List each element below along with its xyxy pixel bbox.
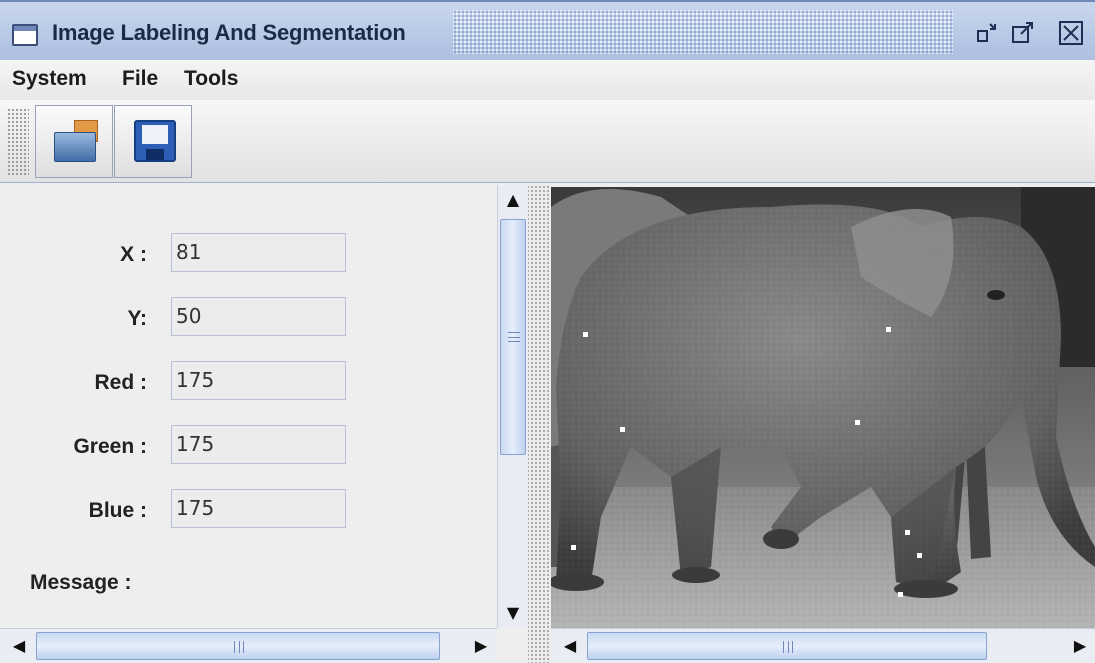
image-horizontal-scrollbar[interactable]: ◀ ▶: [551, 628, 1095, 663]
title-bar-pattern: [453, 10, 953, 54]
scroll-grip-icon: [234, 641, 244, 653]
scroll-right-icon[interactable]: ▶: [466, 629, 496, 663]
blue-field[interactable]: 175: [171, 489, 346, 528]
maximize-icon[interactable]: [1010, 20, 1036, 46]
elephant-image: [551, 187, 1095, 628]
green-label: Green :: [73, 435, 147, 458]
menu-system[interactable]: System: [12, 67, 87, 91]
window-title: Image Labeling And Segmentation: [52, 20, 406, 45]
window-app-icon: [12, 24, 38, 46]
floppy-disk-icon: [134, 120, 176, 162]
toolbar: [0, 100, 1095, 183]
split-pane-divider[interactable]: [528, 185, 551, 663]
x-field[interactable]: 81: [171, 233, 346, 272]
x-label: X :: [120, 243, 147, 266]
red-field[interactable]: 175: [171, 361, 346, 400]
iconify-icon[interactable]: [975, 20, 1001, 46]
scroll-down-icon[interactable]: ▼: [498, 598, 528, 628]
scroll-left-icon[interactable]: ◀: [4, 629, 34, 663]
vertical-scroll-thumb[interactable]: [500, 219, 526, 455]
y-label: Y:: [127, 307, 147, 330]
open-button[interactable]: [35, 105, 113, 178]
blue-label: Blue :: [88, 499, 147, 522]
toolbar-grip[interactable]: [7, 108, 29, 176]
image-canvas[interactable]: [551, 187, 1095, 628]
menu-bar: System File Tools: [0, 60, 1095, 100]
image-horizontal-scroll-thumb[interactable]: [587, 632, 987, 660]
scroll-left-icon[interactable]: ◀: [555, 629, 585, 663]
message-label: Message :: [30, 571, 132, 594]
left-horizontal-scroll-thumb[interactable]: [36, 632, 440, 660]
left-horizontal-scrollbar[interactable]: ◀ ▶: [0, 628, 497, 663]
menu-file[interactable]: File: [122, 67, 158, 91]
scroll-grip-icon: [508, 332, 520, 342]
scroll-up-icon[interactable]: ▲: [498, 185, 528, 215]
green-field[interactable]: 175: [171, 425, 346, 464]
menu-tools[interactable]: Tools: [184, 67, 238, 91]
close-icon[interactable]: [1058, 20, 1084, 46]
pixel-info-panel: X : 81 Y: 50 Red : 175 Green : 175 Blue …: [0, 185, 497, 628]
scroll-grip-icon: [783, 641, 793, 653]
open-folder-icon: [54, 120, 98, 162]
scroll-right-icon[interactable]: ▶: [1065, 629, 1095, 663]
title-bar: Image Labeling And Segmentation: [0, 0, 1095, 60]
red-label: Red :: [94, 371, 148, 394]
y-field[interactable]: 50: [171, 297, 346, 336]
save-button[interactable]: [114, 105, 192, 178]
vertical-scrollbar[interactable]: ▲ ▼: [497, 185, 528, 628]
